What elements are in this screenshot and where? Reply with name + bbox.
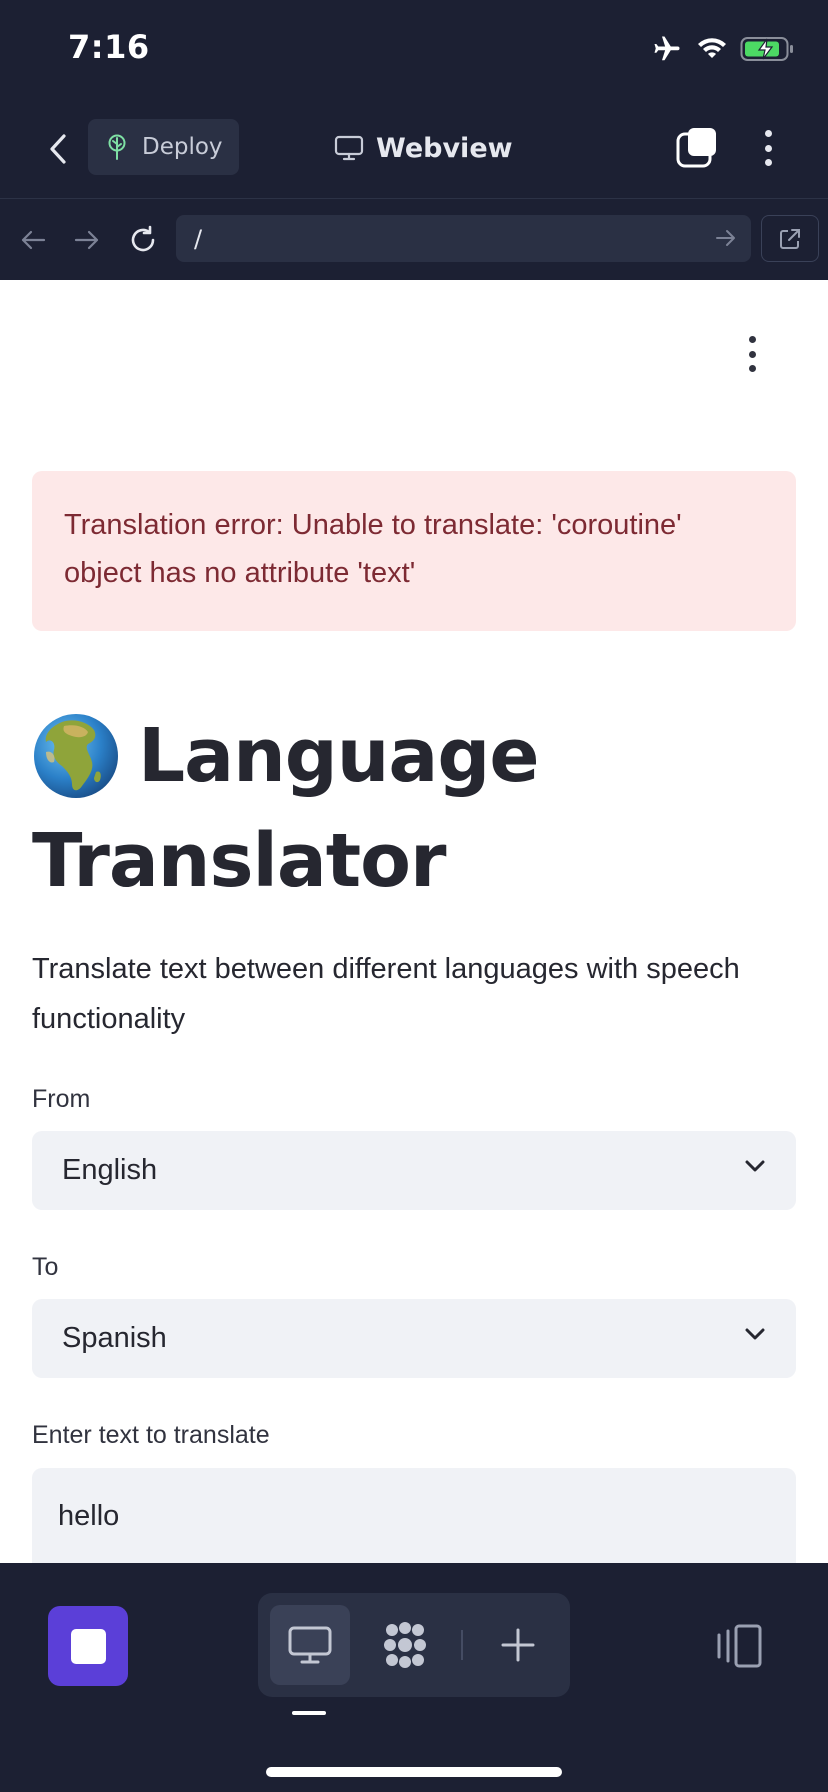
page-title-line1: Language xyxy=(32,710,540,802)
page-title-line2: Translator xyxy=(32,815,447,907)
browser-back-button[interactable] xyxy=(16,223,50,257)
agents-icon xyxy=(384,1622,426,1668)
browser-toolbar: / xyxy=(0,198,828,280)
app-header: Deploy Webview xyxy=(0,100,828,198)
stop-icon xyxy=(70,1628,106,1664)
reload-button[interactable] xyxy=(126,223,160,257)
desktop-view-button[interactable] xyxy=(270,1605,350,1685)
status-icons xyxy=(650,34,796,64)
desktop-icon xyxy=(288,1626,332,1664)
chevron-down-icon xyxy=(745,1160,765,1172)
error-message: Translation error: Unable to translate: … xyxy=(64,509,682,589)
from-language-value: English xyxy=(62,1154,158,1186)
from-language-select[interactable]: English xyxy=(32,1131,796,1210)
to-language-select[interactable]: Spanish xyxy=(32,1299,796,1378)
webview-tab-title: Webview xyxy=(334,126,513,170)
translate-text-value: hello xyxy=(58,1500,120,1532)
deploy-button[interactable]: Deploy xyxy=(88,119,239,175)
monitor-icon xyxy=(334,135,364,161)
webview-label: Webview xyxy=(376,132,513,164)
dock-divider xyxy=(461,1630,463,1660)
battery-charging-icon xyxy=(740,37,793,61)
wifi-icon xyxy=(698,38,726,58)
app-menu-button[interactable] xyxy=(740,336,764,372)
to-language-value: Spanish xyxy=(62,1322,167,1354)
url-input[interactable]: / xyxy=(176,215,751,262)
globe-africa-icon xyxy=(34,714,118,798)
input-label: Enter text to translate xyxy=(32,1421,270,1449)
plus-icon xyxy=(501,1628,535,1662)
from-label: From xyxy=(32,1085,91,1113)
page-subtitle: Translate text between different languag… xyxy=(32,953,740,1035)
tabs-button[interactable] xyxy=(676,126,718,168)
status-time: 7:16 xyxy=(68,28,150,66)
back-button[interactable] xyxy=(40,128,76,170)
browser-forward-button[interactable] xyxy=(70,223,104,257)
bottom-dock xyxy=(0,1563,828,1792)
panel-icon[interactable] xyxy=(714,1623,764,1669)
arrow-right-icon xyxy=(74,230,99,250)
chevron-left-icon xyxy=(50,134,66,164)
add-button[interactable] xyxy=(478,1605,558,1685)
active-view-indicator xyxy=(292,1711,326,1715)
error-alert: Translation error: Unable to translate: … xyxy=(32,471,796,631)
more-menu-button[interactable] xyxy=(748,126,788,170)
stop-button[interactable] xyxy=(48,1606,128,1686)
page-title-text-1: Language xyxy=(138,713,540,799)
chevron-down-icon xyxy=(745,1328,765,1340)
arrow-left-icon xyxy=(21,230,46,250)
home-indicator xyxy=(266,1767,562,1777)
url-text: / xyxy=(194,224,203,253)
open-external-button[interactable] xyxy=(761,215,819,262)
deploy-tree-icon xyxy=(108,134,126,160)
to-label: To xyxy=(32,1253,59,1281)
view-switcher xyxy=(258,1593,570,1697)
go-arrow-icon[interactable] xyxy=(715,227,737,249)
page-title-text-2: Translator xyxy=(32,818,447,904)
agents-view-button[interactable] xyxy=(365,1605,445,1685)
deploy-label: Deploy xyxy=(142,134,223,160)
external-link-icon xyxy=(780,228,800,249)
translate-text-input[interactable]: hello xyxy=(32,1468,796,1563)
reload-icon xyxy=(131,225,155,252)
status-bar: 7:16 xyxy=(0,0,828,100)
webview-content: Translation error: Unable to translate: … xyxy=(0,280,828,1563)
airplane-icon xyxy=(654,36,680,61)
